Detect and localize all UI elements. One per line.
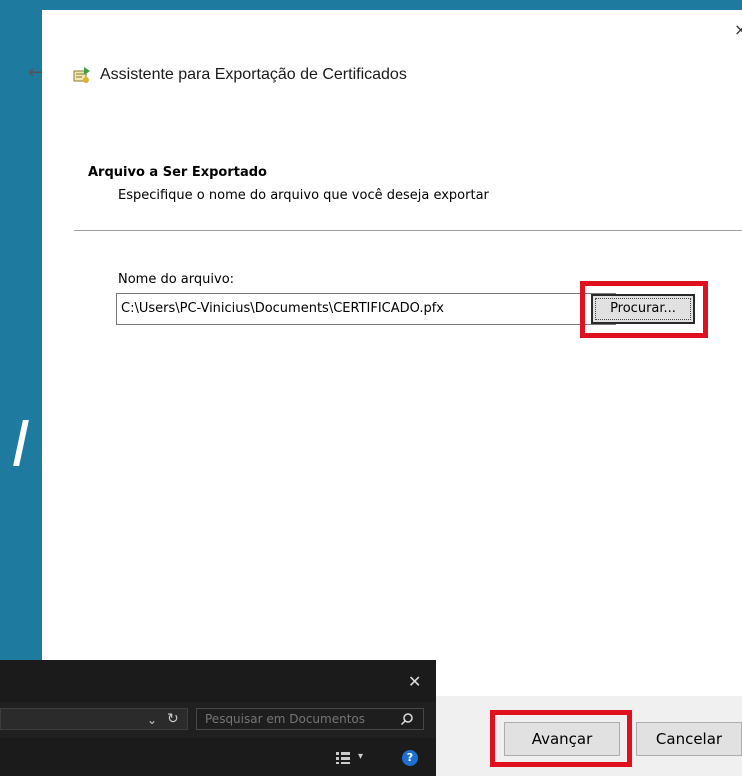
background-decoration xyxy=(13,420,29,466)
address-bar[interactable]: ⌄ ↻ xyxy=(0,708,188,730)
back-arrow-icon[interactable]: ← xyxy=(28,62,43,84)
explorer-toolbar: ▾ ? xyxy=(0,740,436,776)
explorer-address-row: ⌄ ↻ xyxy=(0,702,436,738)
certificate-wizard-icon xyxy=(73,67,90,83)
view-options-icon[interactable] xyxy=(336,752,350,764)
section-subtitle: Especifique o nome do arquivo que você d… xyxy=(118,188,489,203)
divider xyxy=(74,230,742,231)
browse-button[interactable]: Procurar... xyxy=(591,294,695,324)
next-button[interactable]: Avançar xyxy=(504,722,620,756)
close-icon[interactable]: × xyxy=(734,20,742,40)
cancel-button[interactable]: Cancelar xyxy=(636,722,742,756)
search-input[interactable] xyxy=(196,708,424,730)
help-icon[interactable]: ? xyxy=(402,750,418,766)
section-heading: Arquivo a Ser Exportado xyxy=(88,165,267,180)
chevron-down-icon[interactable]: ⌄ xyxy=(147,712,157,728)
explorer-close-icon[interactable]: ✕ xyxy=(408,674,421,690)
search-icon[interactable] xyxy=(400,712,414,726)
browse-button-label: Procurar... xyxy=(595,298,691,320)
wizard-title: Assistente para Exportação de Certificad… xyxy=(100,66,407,83)
file-name-input[interactable]: C:\Users\PC-Vinicius\Documents\CERTIFICA… xyxy=(116,293,616,325)
file-explorer-window: ✕ ⌄ ↻ ▾ ? xyxy=(0,660,436,776)
file-name-label: Nome do arquivo: xyxy=(118,272,235,287)
view-dropdown-icon[interactable]: ▾ xyxy=(358,750,363,764)
refresh-icon[interactable]: ↻ xyxy=(167,711,179,727)
